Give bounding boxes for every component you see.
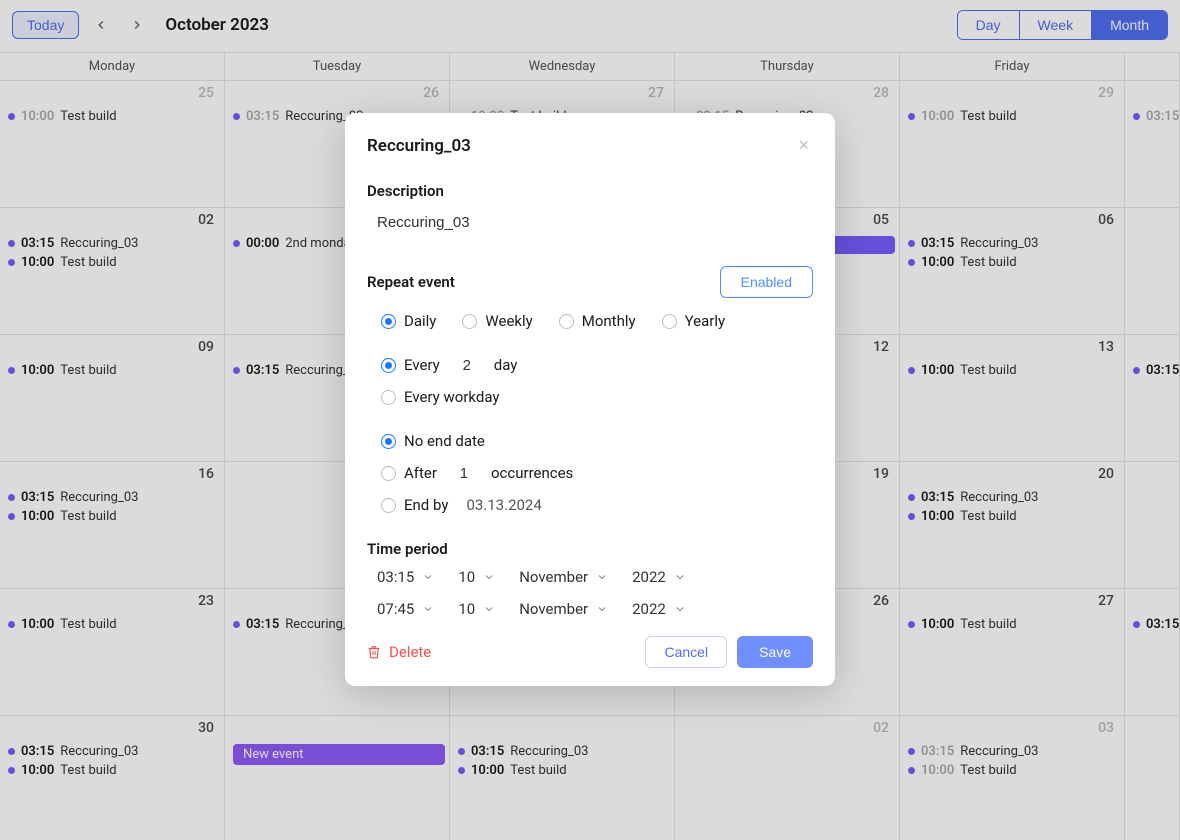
every-n-option[interactable]: Every day [381,356,517,374]
every-label: Every [404,356,440,374]
tp-end-year-value: 2022 [632,600,666,618]
radio-icon [381,434,396,449]
tp-end-day[interactable]: 10 [458,600,495,618]
description-input[interactable] [367,210,813,236]
description-label: Description [367,182,813,200]
end-none-label: No end date [404,432,485,450]
chevron-down-icon [674,571,686,583]
save-button[interactable]: Save [737,636,813,668]
tp-start-month[interactable]: November [519,568,608,586]
end-after-option[interactable]: After occurrences [381,464,573,482]
end-by-option[interactable]: End by 03.13.2024 [381,496,542,514]
tp-end-day-value: 10 [458,600,475,618]
every-n-input[interactable] [452,357,482,374]
time-period-end: 07:45 10 November 2022 [377,600,813,618]
tp-end-year[interactable]: 2022 [632,600,686,618]
delete-button[interactable]: Delete [367,643,431,661]
end-occurrences-label: occurrences [491,464,573,482]
chevron-down-icon [422,603,434,615]
every-workday-label: Every workday [404,388,499,406]
end-none-option[interactable]: No end date [381,432,485,450]
radio-icon [662,314,677,329]
freq-weekly-label: Weekly [485,312,532,330]
chevron-down-icon [422,571,434,583]
freq-daily[interactable]: Daily [381,312,436,330]
time-period-label: Time period [367,540,813,558]
delete-label: Delete [389,643,431,661]
radio-icon [381,466,396,481]
radio-icon [381,358,396,373]
end-after-label: After [404,464,437,482]
tp-end-time-value: 07:45 [377,600,414,618]
end-after-n-input[interactable] [449,465,479,482]
chevron-down-icon [596,571,608,583]
radio-icon [381,314,396,329]
chevron-down-icon [483,603,495,615]
every-unit: day [494,356,518,374]
radio-icon [462,314,477,329]
trash-icon [367,645,381,659]
chevron-down-icon [596,603,608,615]
cancel-button[interactable]: Cancel [645,636,727,668]
chevron-down-icon [674,603,686,615]
end-group: No end date After occurrences End by 03.… [381,432,813,514]
tp-start-year-value: 2022 [632,568,666,586]
radio-icon [381,390,396,405]
interval-group: Every day Every workday [381,356,813,406]
radio-icon [381,498,396,513]
repeat-enabled-button[interactable]: Enabled [720,266,813,298]
modal-close-button[interactable]: × [794,131,813,160]
tp-start-day[interactable]: 10 [458,568,495,586]
tp-start-day-value: 10 [458,568,475,586]
tp-end-month-value: November [519,600,588,618]
tp-start-time-value: 03:15 [377,568,414,586]
freq-weekly[interactable]: Weekly [462,312,532,330]
freq-yearly-label: Yearly [685,312,725,330]
freq-daily-label: Daily [404,312,436,330]
freq-monthly-label: Monthly [582,312,636,330]
tp-end-time[interactable]: 07:45 [377,600,434,618]
time-period-start: 03:15 10 November 2022 [377,568,813,586]
every-workday-option[interactable]: Every workday [381,388,499,406]
modal-title: Reccuring_03 [367,136,471,156]
end-by-label: End by [404,496,448,514]
event-modal: Reccuring_03 × Description Repeat event … [345,113,835,686]
repeat-label: Repeat event [367,273,455,291]
freq-group: Daily Weekly Monthly Yearly [381,312,813,330]
close-icon: × [798,135,809,155]
end-by-date: 03.13.2024 [466,496,541,514]
tp-start-time[interactable]: 03:15 [377,568,434,586]
freq-yearly[interactable]: Yearly [662,312,725,330]
radio-icon [559,314,574,329]
tp-end-month[interactable]: November [519,600,608,618]
tp-start-year[interactable]: 2022 [632,568,686,586]
freq-monthly[interactable]: Monthly [559,312,636,330]
tp-start-month-value: November [519,568,588,586]
chevron-down-icon [483,571,495,583]
